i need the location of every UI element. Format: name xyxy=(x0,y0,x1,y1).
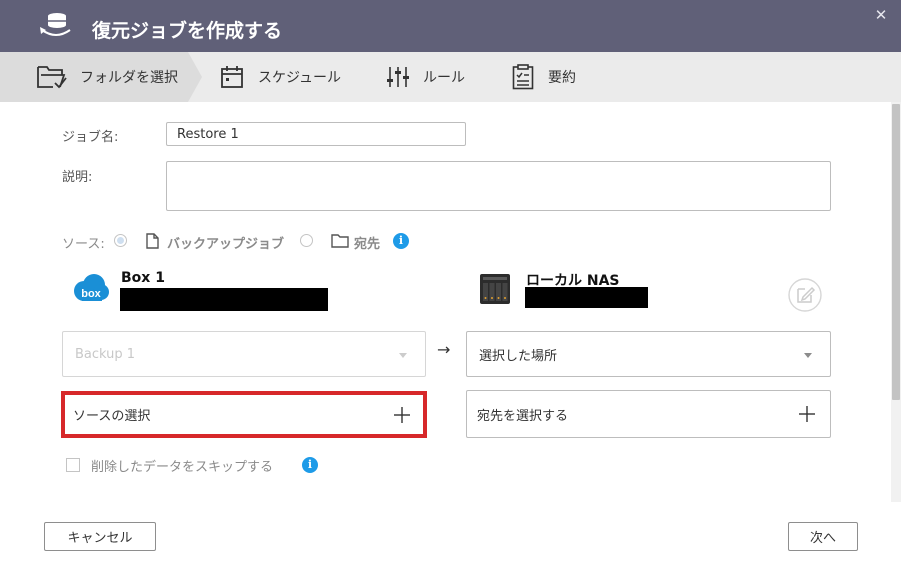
nas-device-icon xyxy=(480,274,510,304)
destination-location-select[interactable]: 選択した場所 xyxy=(466,331,831,377)
description-label: 説明: xyxy=(62,170,93,185)
dialog-title: 復元ジョブを作成する xyxy=(92,20,283,42)
close-button[interactable]: ✕ xyxy=(870,4,892,26)
destination-picker[interactable]: 宛先を選択する xyxy=(466,390,831,438)
redacted-destination-detail xyxy=(525,287,648,308)
source-info-icon[interactable]: i xyxy=(393,233,409,249)
step-label: フォルダを選択 xyxy=(80,70,178,86)
dialog-titlebar: 復元ジョブを作成する ✕ xyxy=(0,0,901,52)
step-folder-select[interactable]: フォルダを選択 xyxy=(36,52,178,102)
clipboard-icon xyxy=(512,64,534,90)
box-cloud-icon: box xyxy=(74,274,109,301)
step-label: ルール xyxy=(423,70,465,86)
cancel-button[interactable]: キャンセル xyxy=(44,522,156,551)
source-account-name: Box 1 xyxy=(121,270,165,286)
next-button[interactable]: 次へ xyxy=(788,522,858,551)
step-summary[interactable]: 要約 xyxy=(512,52,576,102)
chevron-down-icon xyxy=(399,353,407,358)
wizard-steps: フォルダを選択 スケジュール ルール 要約 xyxy=(0,52,901,102)
step-label: 要約 xyxy=(548,70,576,86)
box-logo-text: box xyxy=(81,288,101,300)
redacted-source-detail xyxy=(120,288,328,311)
direction-arrow-icon: → xyxy=(437,340,451,359)
source-label: ソース: xyxy=(62,237,105,252)
step-label: スケジュール xyxy=(258,70,342,86)
destination-picker-label: 宛先を選択する xyxy=(477,408,569,424)
folder-icon xyxy=(331,234,349,248)
chevron-down-icon xyxy=(804,353,812,358)
sliders-icon xyxy=(387,67,409,87)
restore-storage-icon xyxy=(40,13,71,36)
source-radio-destination[interactable] xyxy=(300,234,313,247)
description-input[interactable] xyxy=(166,161,831,211)
scrollbar-thumb[interactable] xyxy=(892,104,900,400)
source-option-backup-job-label: バックアップジョブ xyxy=(167,237,285,252)
source-job-select[interactable]: Backup 1 xyxy=(62,331,426,377)
folder-check-icon xyxy=(37,66,67,89)
job-name-label: ジョブ名: xyxy=(62,130,119,145)
skip-deleted-checkbox[interactable] xyxy=(66,458,80,472)
step-rules[interactable]: ルール xyxy=(387,52,465,102)
step-schedule[interactable]: スケジュール xyxy=(220,52,341,102)
source-radio-backup-job[interactable] xyxy=(114,234,127,247)
job-name-input[interactable]: Restore 1 xyxy=(166,122,466,146)
edit-icon[interactable] xyxy=(788,278,822,312)
source-option-destination-label: 宛先 xyxy=(354,237,381,252)
skip-deleted-label: 削除したデータをスキップする xyxy=(91,460,274,475)
calendar-icon xyxy=(221,66,243,88)
file-icon xyxy=(146,233,159,249)
source-picker-highlight xyxy=(61,391,427,438)
source-job-select-value: Backup 1 xyxy=(75,346,136,362)
plus-icon xyxy=(799,406,815,422)
destination-location-select-value: 選択した場所 xyxy=(479,348,558,364)
skip-deleted-info-icon[interactable]: i xyxy=(302,457,318,473)
